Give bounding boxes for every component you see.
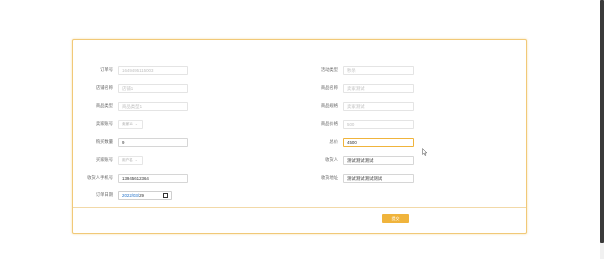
chevron-down-icon: ⌄ [134, 158, 138, 162]
activity-type-label: 活动类型 [320, 67, 338, 72]
receiver-address-label: 收货地址 [320, 175, 338, 180]
shop-name-label: 店铺名称 [95, 85, 113, 90]
product-name-label: 商品名称 [320, 85, 338, 90]
order-form-card: 订单号 1649495115003 店铺名称 店铺1 商品类型 商品类型1 卖家… [72, 39, 527, 234]
buyer-account-select[interactable]: 用户名 ⌄ [118, 156, 143, 165]
product-price-label: 商品价格 [320, 121, 338, 126]
order-date-day: 29 [139, 193, 144, 198]
page-scrollbar[interactable] [600, 0, 604, 259]
mouse-pointer-icon [422, 148, 428, 156]
chevron-down-icon: ⌄ [134, 122, 138, 126]
order-number-label: 订单号 [100, 67, 113, 72]
receiver-name-label: 收货人 [325, 157, 338, 162]
order-date-label: 订单日期 [95, 192, 113, 197]
product-price-field[interactable]: 500 [343, 120, 414, 129]
receiver-phone-label: 收货人手机号 [87, 175, 113, 180]
form-footer-divider [73, 207, 526, 208]
order-date-input[interactable]: 2022/03/29 [118, 191, 172, 200]
order-number-field[interactable]: 1649495115003 [118, 66, 188, 75]
submit-button[interactable]: 提交 [382, 214, 409, 223]
purchase-quantity-input[interactable]: 9 [118, 138, 188, 147]
purchase-quantity-label: 购买数量 [95, 139, 113, 144]
total-price-label: 总价 [329, 139, 338, 144]
seller-account-select[interactable]: 卖家11 ⌄ [118, 120, 143, 129]
product-type-field[interactable]: 商品类型1 [118, 102, 188, 111]
seller-account-value: 卖家11 [122, 122, 133, 126]
total-price-input[interactable]: 4500 [343, 138, 414, 147]
seller-account-label: 卖家账号 [95, 121, 113, 126]
receiver-address-input[interactable]: 测试测试测试测试 [343, 174, 414, 183]
calendar-icon[interactable] [163, 193, 168, 198]
product-spec-label: 商品规格 [320, 103, 338, 108]
shop-name-field[interactable]: 店铺1 [118, 84, 188, 93]
activity-type-field[interactable]: 秒杀 [343, 66, 414, 75]
scrollbar-thumb[interactable] [600, 0, 604, 243]
receiver-phone-input[interactable]: 13945612364 [118, 174, 188, 183]
product-type-label: 商品类型 [95, 103, 113, 108]
buyer-account-label: 买家账号 [95, 157, 113, 162]
buyer-account-value: 用户名 [122, 158, 133, 162]
product-name-field[interactable]: 卖家测试 [343, 84, 414, 93]
receiver-name-input[interactable]: 测试测试测试 [343, 156, 414, 165]
order-date-value: 2022/03/ [122, 193, 140, 198]
product-spec-field[interactable]: 卖家测试 [343, 102, 414, 111]
